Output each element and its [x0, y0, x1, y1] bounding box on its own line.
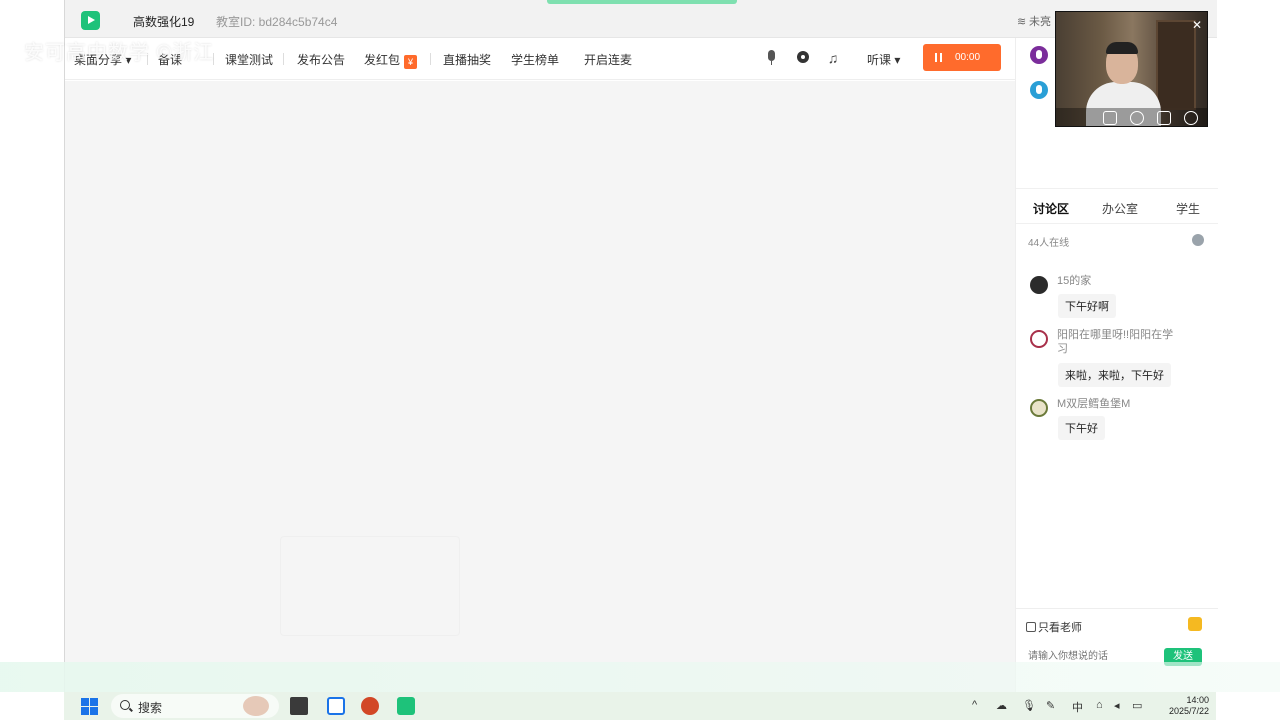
red-packet-label: 发红包 — [364, 53, 401, 67]
chat-username: 阳阳在哪里呀!!阳阳在学习 — [1057, 329, 1174, 355]
watermark-overlay: 安可高中数学 ©浙江 — [24, 42, 215, 64]
toolbar-divider — [430, 53, 431, 65]
search-icon — [120, 700, 130, 710]
right-sidebar: 讨论区 办公室 学生 44人在线 15的家 下午好啊 阳阳在哪里呀!!阳阳在学习… — [1015, 38, 1218, 692]
tray-overflow-icon[interactable]: ^ — [972, 699, 977, 711]
top-progress-strip — [547, 0, 737, 4]
app-logo-icon — [81, 11, 100, 30]
online-count: 44人在线 — [1028, 238, 1070, 249]
teacher-video-window[interactable]: ✕ — [1055, 11, 1208, 127]
whiteboard-canvas[interactable] — [65, 81, 1015, 692]
listen-mode-dropdown[interactable]: 听课 ▾ — [867, 51, 900, 68]
input-method-indicator[interactable]: 中 — [1072, 699, 1083, 715]
camera-icon[interactable] — [795, 49, 811, 67]
class-test-button[interactable]: 课堂测试 — [225, 51, 273, 68]
sidebar-tabs: 讨论区 办公室 学生 — [1016, 188, 1218, 224]
search-label: 搜索 — [138, 701, 163, 715]
checkbox-icon — [1026, 622, 1036, 632]
screenshot-icon[interactable] — [1103, 111, 1117, 125]
pen-icon[interactable]: ✎ — [1046, 699, 1055, 712]
portrait-icon[interactable] — [1157, 111, 1171, 125]
faint-placeholder — [280, 536, 460, 636]
only-teacher-checkbox[interactable]: 只看老师 — [1026, 619, 1082, 635]
desktop-background-right — [1216, 0, 1280, 692]
chat-username: M双层鳕鱼堡M — [1057, 398, 1131, 410]
onedrive-icon[interactable]: ☁ — [996, 699, 1007, 712]
music-note-icon[interactable]: ♫ — [825, 49, 841, 67]
beauty-icon[interactable] — [1130, 111, 1144, 125]
network-icon[interactable]: ⌂ — [1096, 699, 1103, 711]
wifi-icon: ≋ — [1017, 16, 1027, 28]
file-explorer-icon[interactable] — [290, 697, 308, 715]
search-highlight-image — [243, 696, 269, 716]
avatar — [1030, 399, 1048, 417]
settings-icon[interactable] — [1192, 234, 1204, 246]
network-status-label: 未亮 — [1029, 16, 1051, 28]
notes-app-icon[interactable] — [327, 697, 345, 715]
tab-students[interactable]: 学生 — [1176, 200, 1200, 217]
clock-date: 2025/7/22 — [1168, 706, 1209, 716]
clock-time: 14:00 — [1186, 695, 1209, 705]
taskbar-search[interactable]: 搜索 — [111, 694, 279, 718]
start-mic-link-button[interactable]: 开启连麦 — [584, 51, 632, 68]
chat-bubble: 下午好啊 — [1058, 294, 1116, 318]
record-time: 00:00 — [955, 52, 981, 63]
taskbar: 搜索 ^ ☁ 🎙 ✎ 中 ⌂ ◂ ▭ 14:00 2025/7/22 — [64, 692, 1216, 720]
assistant-mic-icon[interactable] — [1030, 81, 1048, 99]
screen-glow — [0, 662, 1280, 692]
toolbar-divider — [283, 53, 284, 65]
pause-icon — [935, 53, 942, 62]
chat-bubble: 来啦，来啦，下午好 — [1058, 363, 1171, 387]
room-id: 教室ID: bd284c5b74c4 — [216, 15, 338, 29]
classroom-window: 高数强化19 教室ID: bd284c5b74c4 ≋ 未亮 桌面分享 ▾ 备课 … — [64, 0, 1218, 692]
record-button[interactable]: 00:00 — [923, 44, 1001, 71]
battery-icon[interactable]: ▭ — [1132, 699, 1142, 712]
volume-icon[interactable]: ◂ — [1114, 699, 1120, 712]
classroom-app-icon[interactable] — [397, 697, 415, 715]
course-title: 高数强化19 — [133, 15, 195, 29]
windows-start-icon[interactable] — [81, 698, 98, 715]
live-lottery-button[interactable]: 直播抽奖 — [443, 51, 491, 68]
red-packet-icon: ¥ — [404, 55, 418, 69]
microphone-icon[interactable] — [764, 49, 780, 67]
desktop-background-left — [0, 0, 64, 692]
student-ranking-button[interactable]: 学生榜单 — [511, 51, 559, 68]
tab-discussion[interactable]: 讨论区 — [1033, 200, 1069, 217]
microphone-tray-icon[interactable]: 🎙 — [1022, 699, 1036, 712]
chat-username: 15的家 — [1057, 275, 1092, 287]
tab-office[interactable]: 办公室 — [1102, 200, 1138, 217]
emoji-icon[interactable] — [1188, 617, 1202, 631]
publish-notice-button[interactable]: 发布公告 — [297, 51, 345, 68]
red-packet-button[interactable]: 发红包 ¥ — [364, 51, 418, 69]
network-status: ≋ 未亮 — [1017, 13, 1051, 29]
teacher-mic-icon[interactable] — [1030, 46, 1048, 64]
title-bar: 高数强化19 教室ID: bd284c5b74c4 ≋ 未亮 — [65, 0, 1217, 38]
switch-camera-icon[interactable] — [1184, 111, 1198, 125]
avatar — [1030, 276, 1048, 294]
video-controls — [1056, 108, 1207, 126]
only-teacher-label: 只看老师 — [1038, 622, 1082, 634]
system-clock[interactable]: 14:00 2025/7/22 — [1159, 695, 1209, 717]
close-icon[interactable]: ✕ — [1190, 18, 1204, 32]
chat-bubble: 下午好 — [1058, 416, 1105, 440]
avatar — [1030, 330, 1048, 348]
powerpoint-icon[interactable] — [361, 697, 379, 715]
teacher-hair — [1106, 42, 1138, 54]
bookshelf — [1156, 20, 1196, 110]
